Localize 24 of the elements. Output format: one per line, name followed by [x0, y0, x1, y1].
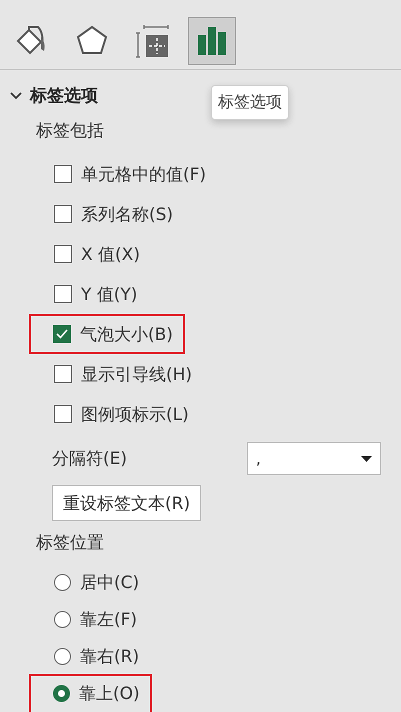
- format-tab[interactable]: [188, 16, 236, 64]
- radio-option[interactable]: 居中(C): [52, 562, 142, 602]
- section-header[interactable]: 标签选项: [10, 84, 98, 107]
- chevron-icon: [10, 92, 22, 100]
- checkbox-option[interactable]: 气泡大小(B): [29, 314, 185, 354]
- checkmark-icon: [56, 329, 68, 339]
- dropdown-arrow-icon: [361, 456, 372, 462]
- checkbox-option[interactable]: X 值(X): [52, 234, 142, 274]
- size-position-icon: [134, 22, 170, 58]
- field-label: 分隔符(E): [52, 448, 128, 470]
- reset-button[interactable]: 重设标签文本(R): [52, 485, 202, 521]
- radio-option[interactable]: 靠左(F): [52, 600, 140, 640]
- checkbox-option[interactable]: 显示引导线(H): [52, 354, 194, 394]
- radio-option[interactable]: 靠右(R): [52, 636, 142, 676]
- group-label: 标签位置: [36, 532, 105, 554]
- tooltip: 标签选项: [211, 85, 289, 120]
- checkbox-option[interactable]: 系列名称(S): [52, 194, 176, 234]
- bar-chart-icon: [196, 24, 228, 56]
- checkbox-option[interactable]: 单元格中的值(F): [52, 154, 208, 194]
- radio-option[interactable]: 靠上(O): [29, 674, 152, 712]
- separator-dropdown[interactable]: ,: [247, 442, 381, 475]
- checkbox-option[interactable]: Y 值(Y): [52, 274, 140, 314]
- group-label: 标签包括: [36, 120, 105, 142]
- checkbox-option[interactable]: 图例项标示(L): [52, 394, 191, 434]
